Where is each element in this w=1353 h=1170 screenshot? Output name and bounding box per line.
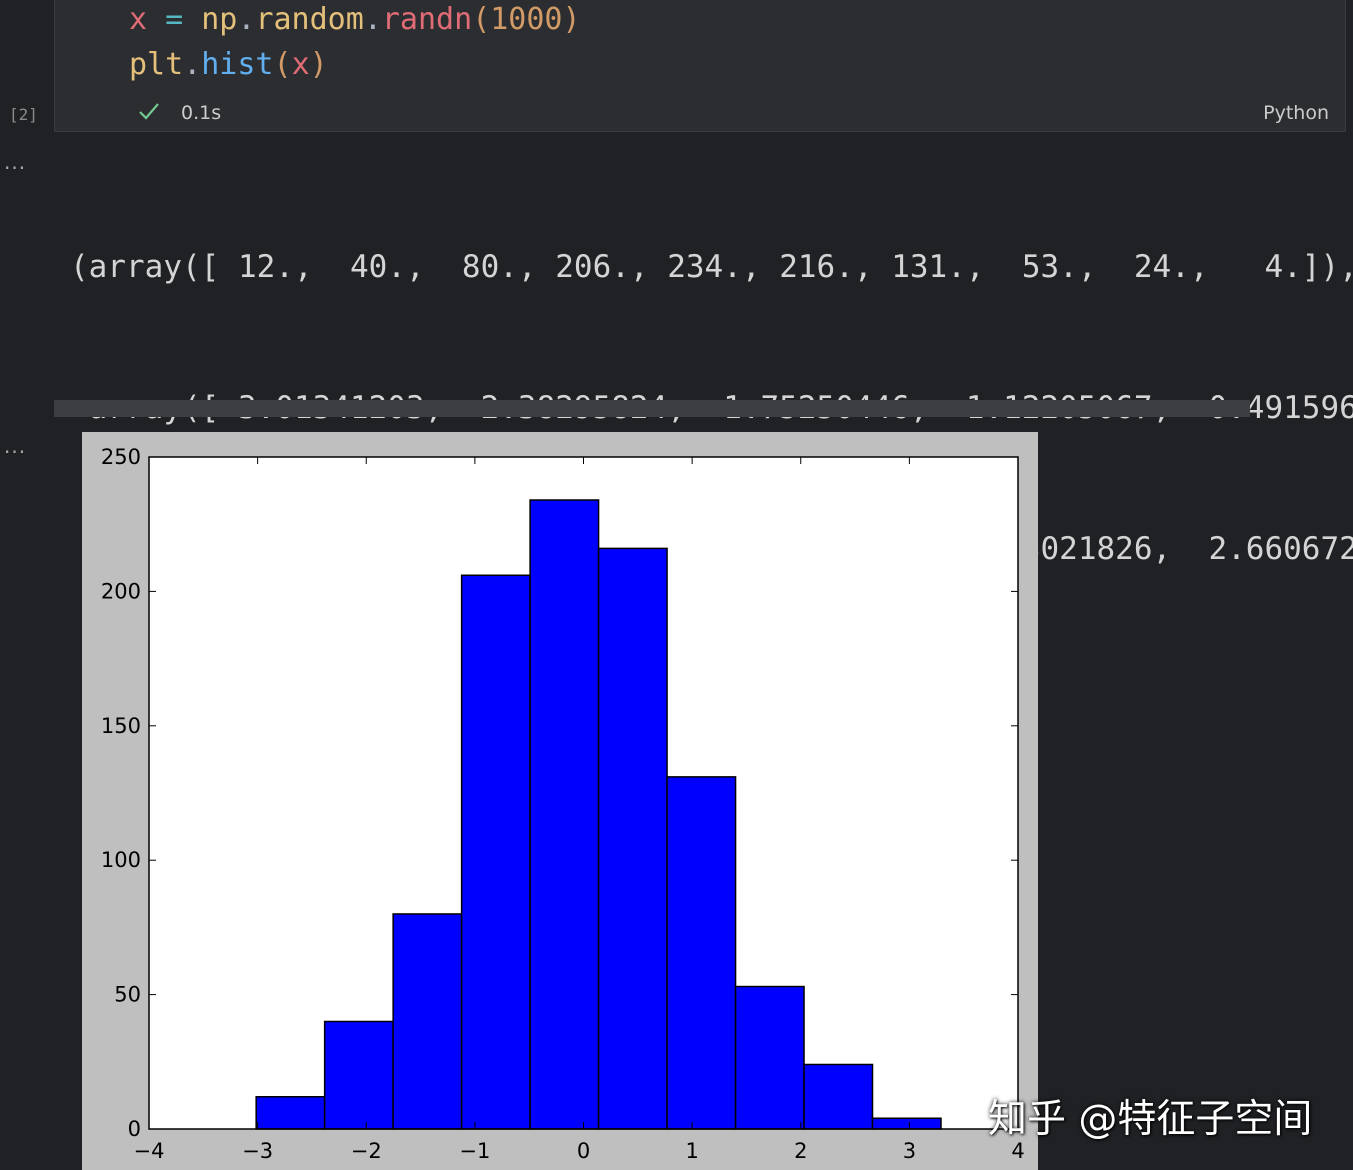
histogram-bar	[392, 913, 463, 1130]
code-token: )	[309, 47, 328, 82]
x-tick-label: −3	[242, 1139, 273, 1163]
code-token: =	[147, 2, 202, 37]
code-token: .	[237, 2, 256, 37]
plot-output: −4 −3 −2 −1 0 1 2 3 4 0 50 100 150 200 250	[82, 432, 1038, 1170]
x-tick-label: 0	[577, 1139, 590, 1163]
histogram-chart: −4 −3 −2 −1 0 1 2 3 4050100150200250	[101, 445, 1025, 1163]
x-tick-label: −1	[459, 1139, 490, 1163]
more-actions-icon[interactable]: ...	[4, 150, 26, 174]
code-token: randn	[381, 2, 473, 37]
code-token: x	[129, 2, 148, 37]
histogram-bar	[666, 776, 737, 1130]
histogram-bar	[597, 547, 668, 1130]
horizontal-scrollbar[interactable]	[54, 400, 1250, 417]
code-token: (	[472, 2, 491, 37]
execution-count: [2]	[9, 105, 38, 124]
x-tick-label: 3	[903, 1139, 916, 1163]
code-token: hist	[201, 47, 274, 82]
code-line-2[interactable]: plt.hist(x)	[129, 45, 328, 85]
histogram-bar	[255, 1095, 326, 1130]
code-token: random	[255, 2, 364, 37]
histogram-bar	[734, 985, 805, 1130]
histogram-bar	[460, 574, 531, 1130]
code-cell[interactable]: x = np.random.randn(1000) plt.hist(x) 0.…	[54, 0, 1346, 132]
code-token: (	[273, 47, 292, 82]
y-tick-label: 100	[101, 848, 141, 872]
y-tick-label: 150	[101, 714, 141, 738]
code-token: .	[363, 2, 382, 37]
x-tick-label: 2	[794, 1139, 807, 1163]
kernel-language-button[interactable]: Python	[1263, 102, 1329, 124]
check-icon	[139, 103, 159, 120]
x-tick-label: −2	[351, 1139, 382, 1163]
code-line-1[interactable]: x = np.random.randn(1000)	[129, 0, 581, 40]
x-tick-label: −4	[134, 1139, 165, 1163]
histogram-bar	[871, 1117, 942, 1130]
code-token: np	[201, 2, 238, 37]
histogram-bar	[323, 1020, 394, 1130]
y-tick-label: 250	[101, 445, 141, 469]
y-tick-label: 50	[114, 983, 141, 1007]
code-token: .	[183, 47, 202, 82]
y-tick-label: 0	[128, 1117, 141, 1141]
y-tick-label: 200	[101, 579, 141, 603]
code-token: plt	[129, 47, 184, 82]
execution-time: 0.1s	[181, 102, 222, 124]
code-token: )	[562, 2, 581, 37]
output-line: (array([ 12., 40., 80., 206., 234., 216.…	[70, 249, 1353, 285]
code-token: x	[291, 47, 310, 82]
histogram-bar	[803, 1063, 874, 1130]
watermark: 知乎 @特征子空间	[988, 1097, 1313, 1142]
code-token: 1000	[490, 2, 563, 37]
histogram-bar	[529, 499, 600, 1130]
more-actions-icon[interactable]: ...	[4, 434, 26, 458]
x-tick-label: 1	[685, 1139, 698, 1163]
